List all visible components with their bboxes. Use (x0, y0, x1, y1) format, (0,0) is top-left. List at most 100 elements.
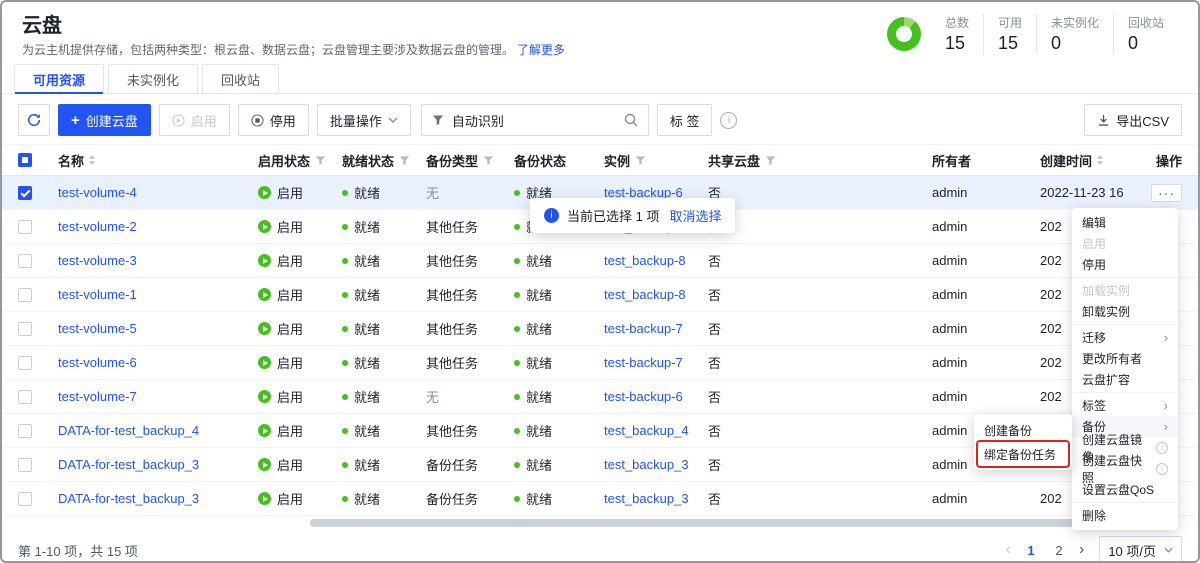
menu-item-edit[interactable]: 编辑 (1072, 212, 1178, 233)
cell-backup-state: 就绪 (514, 489, 604, 508)
menu-divider (1072, 324, 1178, 325)
volume-name-link[interactable]: test-volume-7 (58, 389, 137, 404)
menu-item-expand[interactable]: 云盘扩容 (1072, 369, 1178, 390)
instance-link[interactable]: test-backup-7 (604, 321, 683, 336)
row-checkbox[interactable] (18, 254, 32, 268)
menu-item-change-owner[interactable]: 更改所有者 (1072, 348, 1178, 369)
cell-shared: 否 (708, 421, 932, 440)
column-header-ready[interactable]: 就绪状态 (342, 151, 426, 170)
menu-item-load-instance[interactable]: 加载实例 (1072, 280, 1178, 301)
export-csv-label: 导出CSV (1116, 111, 1169, 130)
stat-label: 未实例化 (1051, 14, 1099, 31)
refresh-button[interactable] (18, 104, 50, 136)
column-header-btype[interactable]: 备份类型 (426, 151, 514, 170)
search-icon[interactable] (624, 113, 638, 127)
instance-link[interactable]: test_backup-8 (604, 253, 686, 268)
row-checkbox[interactable] (18, 458, 32, 472)
row-checkbox[interactable] (18, 492, 32, 506)
menu-item-tag[interactable]: 标签› (1072, 395, 1178, 416)
menu-item-label: 卸载实例 (1082, 303, 1130, 320)
row-checkbox[interactable] (18, 390, 32, 404)
volume-name-link[interactable]: test-volume-3 (58, 253, 137, 268)
row-checkbox[interactable] (18, 356, 32, 370)
instance-link[interactable]: test_backup-8 (604, 287, 686, 302)
select-all-checkbox[interactable] (18, 153, 32, 167)
volume-name-link[interactable]: DATA-for-test_backup_3 (58, 491, 199, 506)
page-number-2[interactable]: 2 (1048, 539, 1070, 561)
page-number-1[interactable]: 1 (1020, 539, 1042, 561)
table-row: test-volume-5启用就绪其他任务就绪test-backup-7否adm… (2, 312, 1198, 346)
cell-backup-state: 就绪 (514, 387, 604, 406)
next-page-button[interactable]: › (1076, 542, 1087, 558)
search-box[interactable]: 自动识别 (421, 104, 649, 136)
menu-item-unload-instance[interactable]: 卸载实例 (1072, 301, 1178, 322)
menu-item-qos[interactable]: 设置云盘QoS (1072, 479, 1178, 500)
tag-label: 标 签 (670, 111, 700, 130)
status-dot-icon (514, 190, 520, 196)
filter-icon (315, 155, 326, 166)
volume-name-link[interactable]: DATA-for-test_backup_4 (58, 423, 199, 438)
cell-backup-type: 其他任务 (426, 217, 514, 236)
volume-name-link[interactable]: DATA-for-test_backup_3 (58, 457, 199, 472)
stats-summary: 总数15可用15未实例化0回收站0 (887, 14, 1178, 54)
ready-state-text: 就绪 (354, 183, 380, 202)
column-header-instance[interactable]: 实例 (604, 151, 708, 170)
export-csv-button[interactable]: 导出CSV (1084, 104, 1182, 136)
volume-name-link[interactable]: test-volume-2 (58, 219, 137, 234)
tag-button[interactable]: 标 签 (657, 104, 713, 136)
menu-item-create-snapshot[interactable]: 创建云盘快照i (1072, 458, 1178, 479)
instance-link[interactable]: test_backup_3 (604, 457, 689, 472)
chevron-down-icon (1164, 547, 1173, 553)
tab-recycle-bin[interactable]: 回收站 (202, 64, 279, 93)
submenu-item-create-backup[interactable]: 创建备份 (974, 418, 1072, 442)
menu-item-label: 加载实例 (1082, 282, 1130, 299)
table-row: test-volume-6启用就绪其他任务就绪test-backup-7否adm… (2, 346, 1198, 380)
tab-available-resources[interactable]: 可用资源 (14, 64, 104, 93)
row-checkbox[interactable] (18, 288, 32, 302)
column-header-created[interactable]: 创建时间 (1040, 151, 1140, 170)
prev-page-button[interactable]: ‹ (1003, 542, 1014, 558)
cancel-selection-link[interactable]: 取消选择 (669, 206, 721, 225)
menu-item-disable[interactable]: 停用 (1072, 254, 1178, 275)
stat-uninstantiated: 未实例化0 (1036, 14, 1113, 54)
column-header-name[interactable]: 名称 (58, 151, 258, 170)
horizontal-scrollbar-thumb[interactable] (310, 519, 1178, 527)
row-checkbox[interactable] (18, 322, 32, 336)
row-actions-button[interactable]: ··· (1151, 184, 1182, 202)
volume-name-link[interactable]: test-volume-6 (58, 355, 137, 370)
enable-button[interactable]: 启用 (159, 104, 230, 136)
cell-owner: admin (932, 287, 1040, 302)
menu-item-delete[interactable]: 删除 (1072, 505, 1178, 526)
learn-more-link[interactable]: 了解更多 (517, 43, 565, 57)
disable-button[interactable]: 停用 (238, 104, 309, 136)
column-header-shared[interactable]: 共享云盘 (708, 151, 932, 170)
cell-instance: test_backup_3 (604, 491, 708, 506)
volume-name-link[interactable]: test-volume-1 (58, 287, 137, 302)
selection-count-text: 当前已选择 1 项 (567, 206, 659, 225)
instance-link[interactable]: test-backup-6 (604, 389, 683, 404)
batch-actions-button[interactable]: 批量操作 (317, 104, 411, 136)
menu-item-migrate[interactable]: 迁移› (1072, 327, 1178, 348)
create-volume-button[interactable]: + 创建云盘 (58, 104, 151, 136)
instance-link[interactable]: test-backup-7 (604, 355, 683, 370)
instance-link[interactable]: test_backup_4 (604, 423, 689, 438)
menu-item-label: 云盘扩容 (1082, 371, 1130, 388)
cell-backup-type: 其他任务 (426, 285, 514, 304)
row-checkbox[interactable] (18, 424, 32, 438)
row-checkbox[interactable] (18, 186, 32, 200)
volume-name-link[interactable]: test-volume-5 (58, 321, 137, 336)
cell-enable-state: 启用 (258, 183, 342, 202)
ready-state-text: 就绪 (354, 387, 380, 406)
column-header-enable[interactable]: 启用状态 (258, 151, 342, 170)
page-size-select[interactable]: 10 项/页 (1099, 536, 1182, 563)
tab-uninstantiated[interactable]: 未实例化 (108, 64, 198, 93)
info-icon[interactable]: i (720, 112, 737, 129)
volume-name-link[interactable]: test-volume-4 (58, 185, 137, 200)
menu-item-enable[interactable]: 启用 (1072, 233, 1178, 254)
instance-link[interactable]: test_backup_3 (604, 491, 689, 506)
selection-tooltip: i 当前已选择 1 项 取消选择 (530, 198, 735, 233)
search-mode-value[interactable]: 自动识别 (452, 111, 616, 130)
row-checkbox[interactable] (18, 220, 32, 234)
submenu-item-bind-backup-task[interactable]: 绑定备份任务 (974, 442, 1072, 466)
enabled-state-icon (258, 492, 271, 505)
